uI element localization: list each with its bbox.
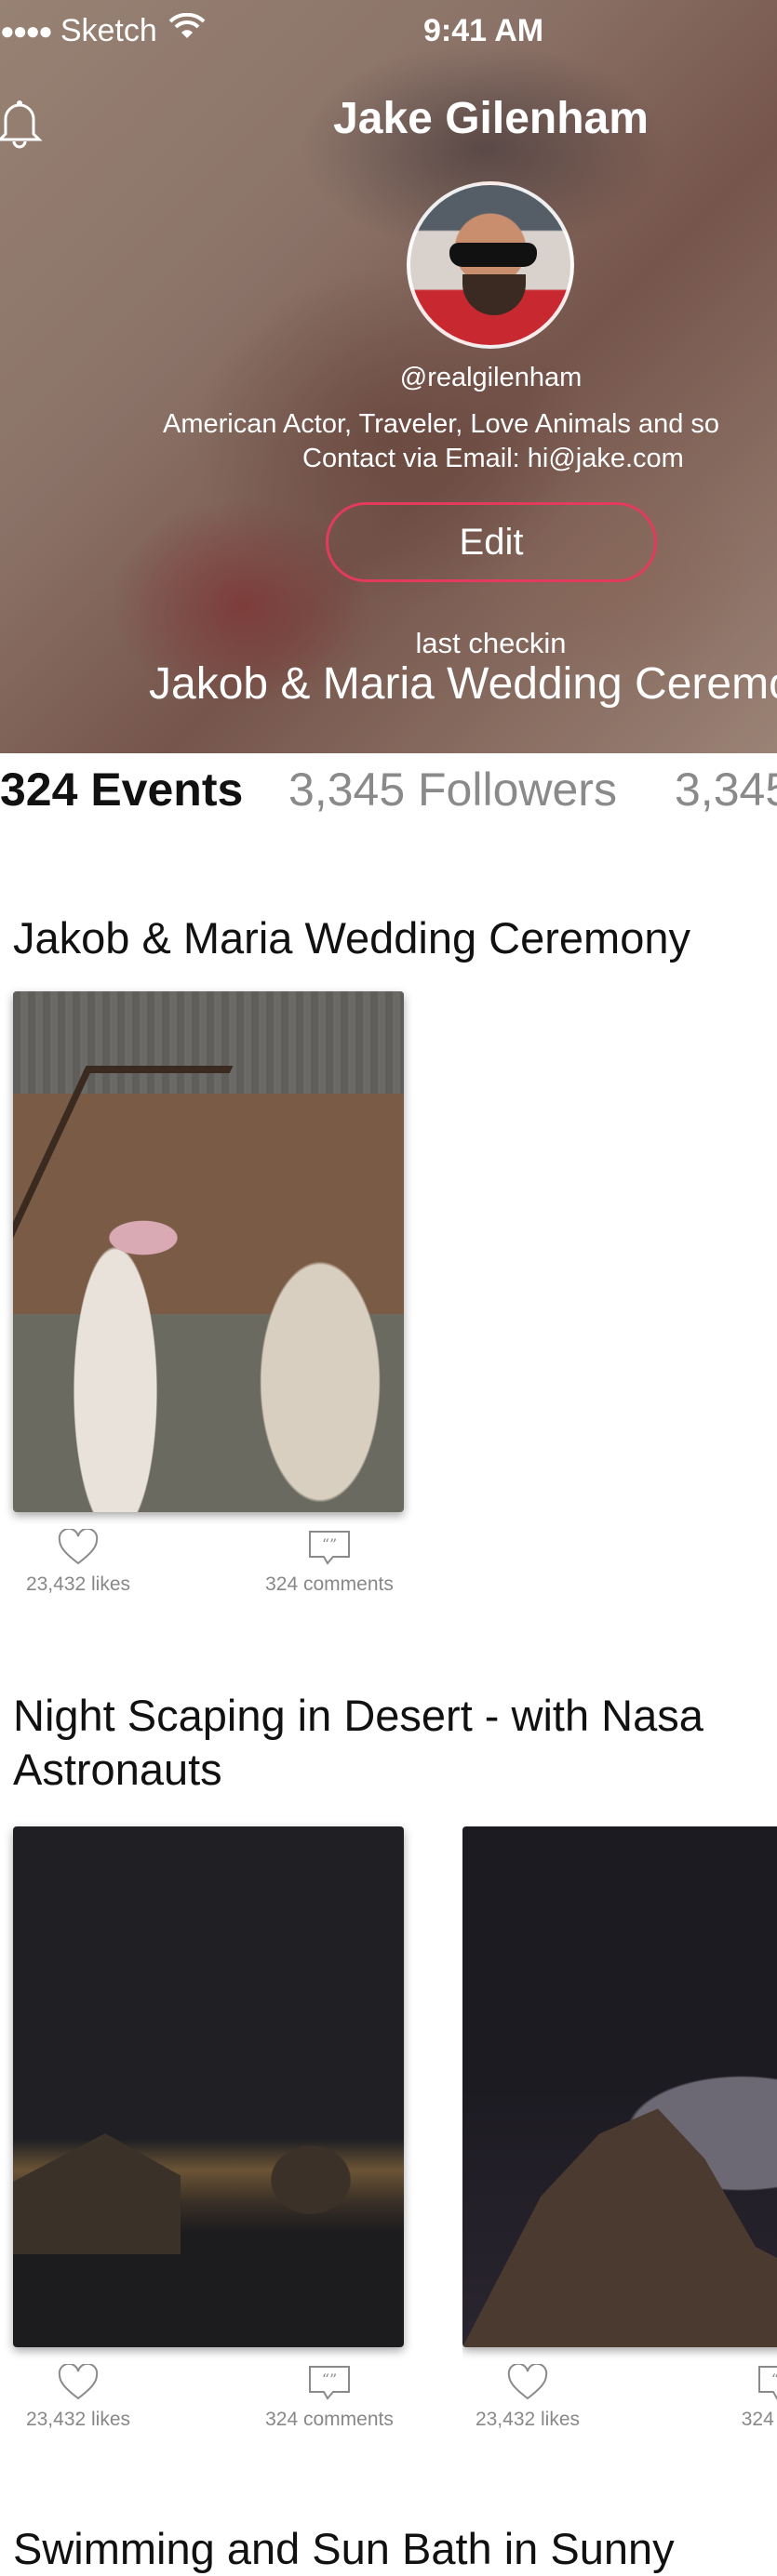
photo-arch	[13, 1066, 234, 1259]
heart-icon	[58, 1529, 99, 1565]
avatar-glasses	[449, 243, 537, 267]
comment-button[interactable]: “” 324 com	[677, 2364, 777, 2431]
event-photo-night-rock[interactable]	[462, 1826, 777, 2347]
card-actions: 23,432 likes “” 324 comments	[13, 2364, 404, 2448]
comment-icon: “”	[309, 1531, 350, 1565]
comment-button[interactable]: “” 324 comments	[227, 1529, 432, 1596]
event-card[interactable]: 23,432 likes “” 324 comments	[13, 1826, 404, 2448]
tab-following[interactable]: 3,345	[675, 763, 777, 817]
wifi-icon	[168, 12, 206, 49]
last-checkin-event[interactable]: Jakob & Maria Wedding Ceremo	[149, 658, 777, 710]
comment-button[interactable]: “” 324 comments	[227, 2364, 432, 2431]
svg-text:“”: “”	[771, 2370, 777, 2388]
status-time: 9:41 AM	[423, 13, 544, 48]
last-checkin-label: last checkin	[415, 627, 567, 659]
event-title[interactable]: Jakob & Maria Wedding Ceremony	[13, 911, 757, 965]
heart-icon	[58, 2364, 99, 2400]
comments-count: 324 comments	[265, 1573, 394, 1595]
comment-icon: “”	[758, 2366, 777, 2400]
avatar[interactable]	[407, 181, 574, 349]
status-bar-left: ●●●● Sketch	[0, 12, 206, 49]
event-card[interactable]: 23,432 likes “” 324 comments	[13, 991, 404, 1613]
carrier-label: Sketch	[60, 13, 157, 48]
like-button[interactable]: 23,432 likes	[462, 2364, 593, 2431]
event-title[interactable]: Swimming and Sun Bath in Sunny	[13, 2522, 757, 2576]
profile-name: Jake Gilenham	[333, 94, 649, 143]
bio-line-1: American Actor, Traveler, Love Animals a…	[163, 409, 720, 439]
photo-rock	[462, 2108, 777, 2347]
bio-line-2: Contact via Email: hi@jake.com	[302, 444, 684, 473]
event-photo-wedding[interactable]	[13, 991, 404, 1512]
svg-text:“”: “”	[322, 1535, 337, 1553]
signal-dots-icon: ●●●●	[0, 17, 53, 45]
card-actions: 23,432 likes “” 324 com	[462, 2364, 777, 2448]
profile-header: ●●●● Sketch 9:41 AM Jake Gilenham @realg…	[0, 0, 777, 753]
edit-profile-button[interactable]: Edit	[326, 502, 657, 582]
likes-count: 23,432 likes	[475, 2409, 581, 2430]
likes-count: 23,432 likes	[25, 2409, 131, 2430]
comments-count: 324 comments	[265, 2409, 394, 2430]
tab-events[interactable]: 324 Events	[0, 763, 243, 817]
event-card[interactable]: 23,432 likes “” 324 com	[462, 1826, 777, 2448]
likes-count: 23,432 likes	[25, 1573, 131, 1595]
profile-handle: @realgilenham	[399, 363, 583, 392]
event-title[interactable]: Night Scaping in Desert - with Nasa Astr…	[13, 1689, 757, 1797]
tab-followers[interactable]: 3,345 Followers	[288, 763, 617, 817]
svg-text:“”: “”	[322, 2370, 337, 2388]
photo-house	[13, 2133, 181, 2254]
profile-bio: American Actor, Traveler, Love Animals a…	[163, 407, 777, 476]
avatar-beard	[462, 274, 526, 315]
like-button[interactable]: 23,432 likes	[13, 1529, 143, 1596]
like-button[interactable]: 23,432 likes	[13, 2364, 143, 2431]
heart-icon	[507, 2364, 548, 2400]
event-photo-night-house[interactable]	[13, 1826, 404, 2347]
comment-icon: “”	[309, 2366, 350, 2400]
card-actions: 23,432 likes “” 324 comments	[13, 1529, 404, 1613]
comments-count: 324 com	[741, 2409, 777, 2430]
